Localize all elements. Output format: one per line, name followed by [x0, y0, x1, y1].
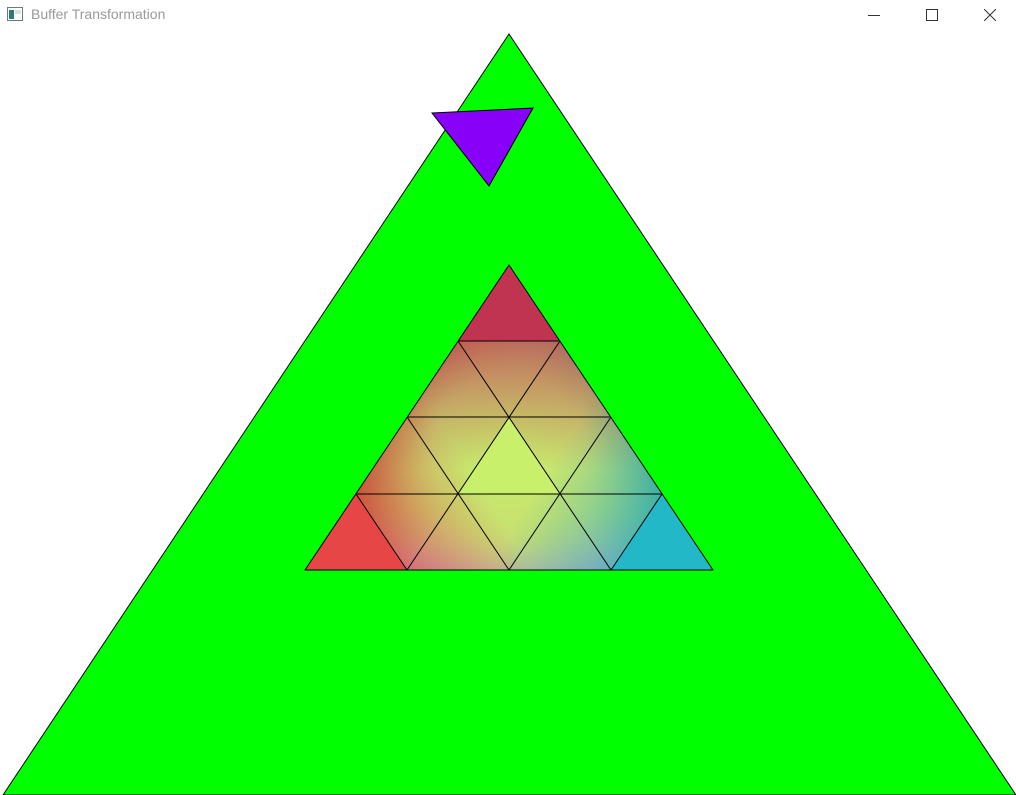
minimize-icon [868, 15, 880, 16]
app-window: Buffer Transformation [0, 0, 1016, 795]
minimize-button[interactable] [851, 0, 897, 30]
window-app-icon [7, 7, 23, 21]
close-icon [984, 9, 996, 21]
close-button[interactable] [967, 0, 1013, 30]
maximize-icon [926, 9, 938, 21]
maximize-button[interactable] [909, 0, 955, 30]
title-bar[interactable]: Buffer Transformation [0, 0, 1016, 30]
render-canvas [2, 33, 1016, 795]
window-title: Buffer Transformation [31, 6, 166, 22]
